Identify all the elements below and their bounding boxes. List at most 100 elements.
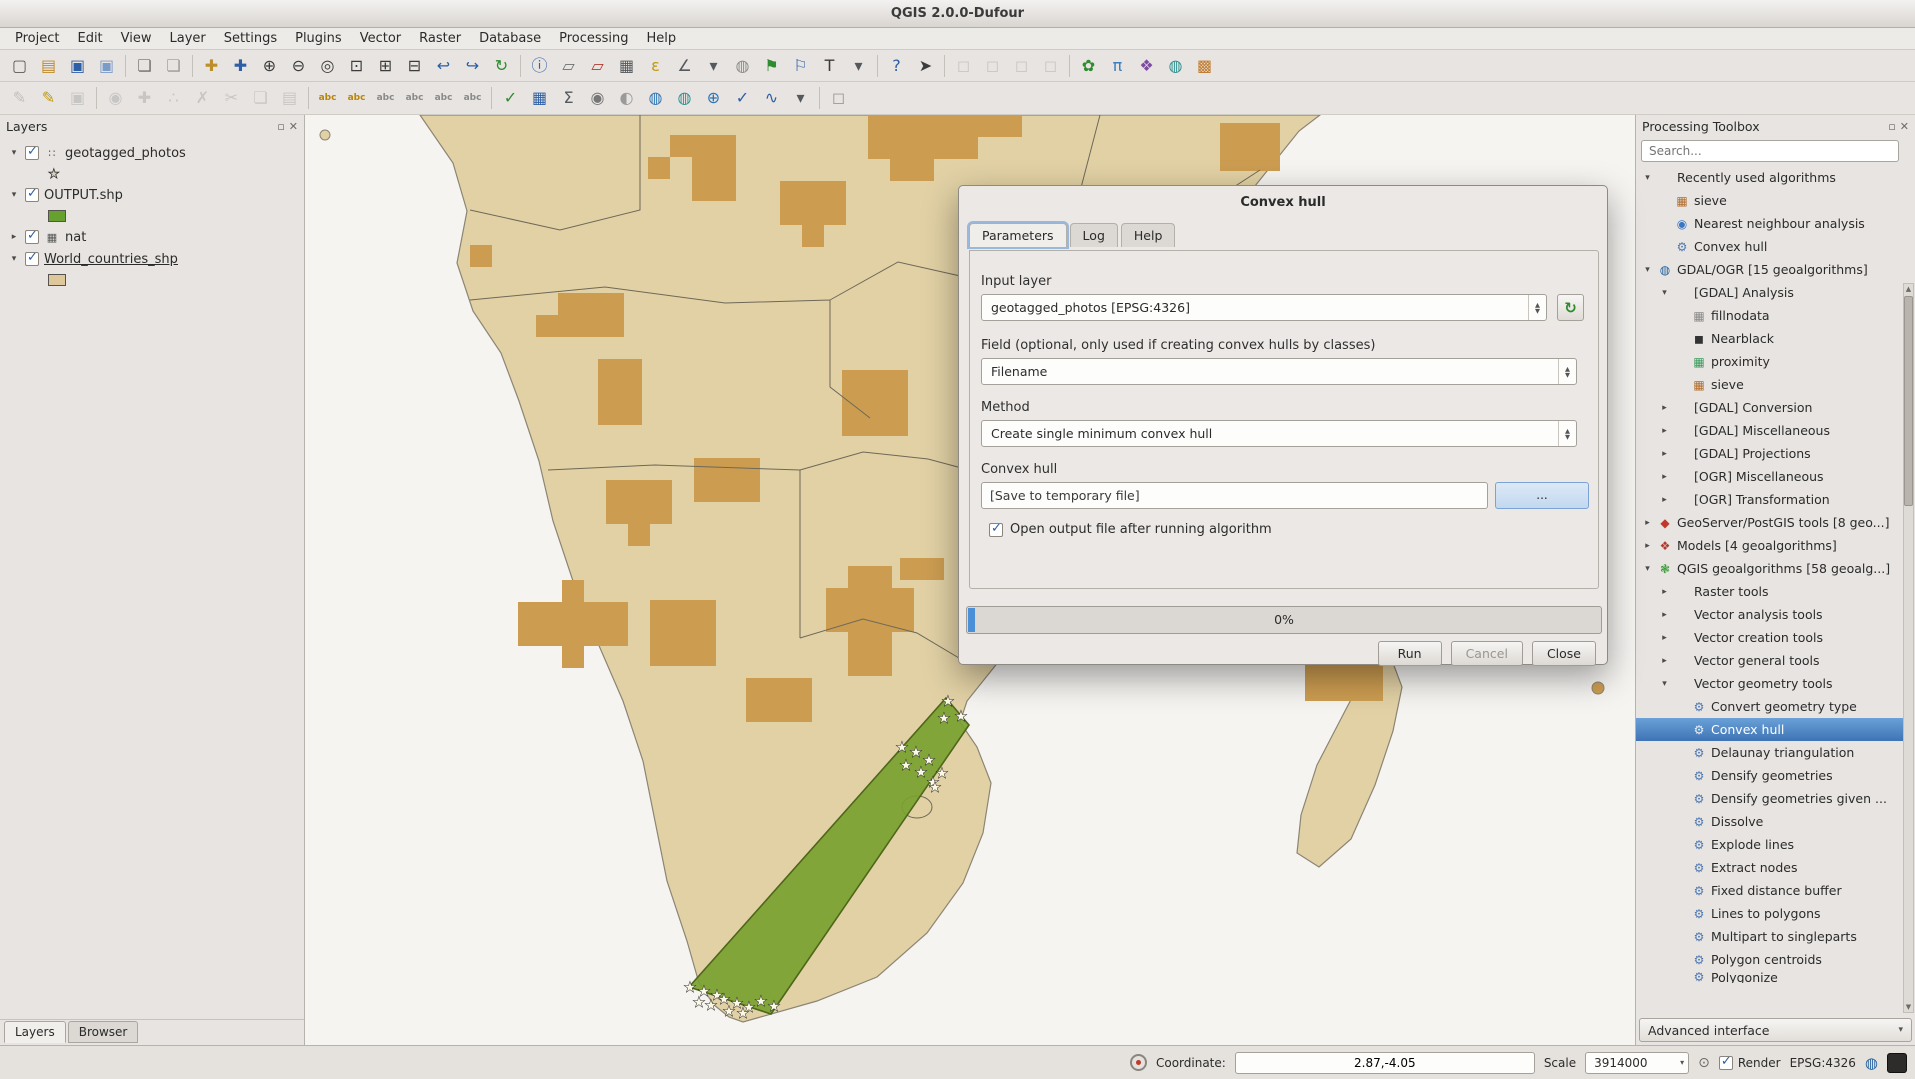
tree-expander-icon[interactable]: ▾ [8,190,20,200]
zoom-out-icon[interactable]: ⊖ [285,53,312,79]
menu-view[interactable]: View [112,29,161,48]
toolbox-tree-item[interactable]: ▾ Vector geometry tools [1636,672,1903,695]
tree-expander-icon[interactable]: ▸ [1659,472,1670,482]
toolbox-tree-item[interactable]: ⚙ Convex hull [1636,718,1903,741]
toolbox-tree-item[interactable]: ⚙ Densify geometries given ... [1636,787,1903,810]
field-combo[interactable]: Filename ▲▼ [981,358,1577,385]
tree-expander-icon[interactable]: ▾ [8,148,20,158]
toggle-editing-icon[interactable]: ✎ [35,85,62,111]
show-bookmarks-icon[interactable]: ⚐ [787,53,814,79]
combo-spinner-icon[interactable]: ▲▼ [1558,421,1576,446]
tree-expander-icon[interactable]: ▸ [1659,426,1670,436]
toolbox-tree-item[interactable]: ▸ Vector general tools [1636,649,1903,672]
tree-expander-icon[interactable]: ▾ [8,254,20,264]
plugin-manager-icon[interactable]: ❖ [1133,53,1160,79]
label-move-icon[interactable]: ◻ [950,53,977,79]
layer-item-nat[interactable]: ▸ ▦ nat [0,226,304,248]
pan-map-icon[interactable]: ✚ [198,53,225,79]
crs-globe-icon[interactable]: ◍ [1865,1054,1878,1072]
tree-expander-icon[interactable]: ▸ [1659,587,1670,597]
zoom-in-icon[interactable]: ⊕ [256,53,283,79]
gradient-tool-icon[interactable]: ◉ [584,85,611,111]
toolbox-tree-item[interactable]: ⚙ Fixed distance buffer [1636,879,1903,902]
layer-item-geotagged-photos[interactable]: ▾ ∷ geotagged_photos [0,142,304,164]
toolbox-tree-item[interactable]: ▸ [OGR] Transformation [1636,488,1903,511]
delete-selected-icon[interactable]: ✗ [189,85,216,111]
toolbox-tree-item[interactable]: ⚙ Polygon centroids [1636,948,1903,971]
tree-expander-icon[interactable]: ▾ [1659,679,1670,689]
map-tips-icon[interactable]: ◍ [729,53,756,79]
raster-plugin-icon[interactable]: ▩ [1191,53,1218,79]
run-button[interactable]: Run [1378,641,1442,666]
tree-expander-icon[interactable]: ▾ [1642,564,1653,574]
toolbox-tree-item[interactable]: ▸ Raster tools [1636,580,1903,603]
deselect-features-icon[interactable]: ▱ [584,53,611,79]
reload-layers-button[interactable]: ↻ [1557,294,1584,321]
tracking-toggle-icon[interactable] [1130,1054,1147,1071]
coordinate-input[interactable] [1235,1052,1535,1074]
toolbox-tree-item[interactable]: ▾ ❃ QGIS geoalgorithms [58 geoalg...] [1636,557,1903,580]
labeling-icon[interactable]: abc [314,85,341,111]
layer-visibility-checkbox[interactable] [25,188,39,202]
paste-features-icon[interactable]: ▤ [276,85,303,111]
toolbox-tree-item[interactable]: ▦ fillnodata [1636,304,1903,327]
zoom-last-icon[interactable]: ↩ [430,53,457,79]
browse-button[interactable]: ... [1495,482,1589,509]
vertex-tools-icon[interactable]: ∿ [758,85,785,111]
toolbox-tree-item[interactable]: ▦ sieve [1636,373,1903,396]
menu-plugins[interactable]: Plugins [286,29,351,48]
globe-service-icon[interactable]: ◍ [671,85,698,111]
new-project-icon[interactable]: ▢ [6,53,33,79]
coordinate-capture-icon[interactable]: ⊕ [700,85,727,111]
menu-database[interactable]: Database [470,29,550,48]
toolbox-tree-item[interactable]: ▾ Recently used algorithms [1636,166,1903,189]
zoom-to-selection-icon[interactable]: ⊞ [372,53,399,79]
identify-features-icon[interactable]: ⓘ [526,53,553,79]
tree-expander-icon[interactable]: ▸ [1642,518,1653,528]
log-messages-button[interactable] [1887,1053,1907,1073]
close-button[interactable]: Close [1532,641,1596,666]
zoom-to-layer-icon[interactable]: ⊟ [401,53,428,79]
tree-expander-icon[interactable]: ▸ [1659,403,1670,413]
toolbox-tree-item[interactable]: ◉ Nearest neighbour analysis [1636,212,1903,235]
tab-browser[interactable]: Browser [68,1021,139,1043]
web-globe-icon[interactable]: ◍ [642,85,669,111]
shape-tool-icon[interactable]: ◐ [613,85,640,111]
save-project-icon[interactable]: ▣ [64,53,91,79]
field-calculator-icon[interactable]: ε [642,53,669,79]
layer-visibility-checkbox[interactable] [25,252,39,266]
layer-item-output-shp[interactable]: ▾ OUTPUT.shp [0,184,304,206]
toolbox-tree-item[interactable]: ◼ Nearblack [1636,327,1903,350]
new-composer-icon[interactable]: ❏ [131,53,158,79]
menu-settings[interactable]: Settings [215,29,286,48]
menu-help[interactable]: Help [638,29,686,48]
toolbox-search-input[interactable] [1641,140,1899,162]
tab-log[interactable]: Log [1070,223,1118,247]
select-features-icon[interactable]: ▱ [555,53,582,79]
combo-spinner-icon[interactable]: ▲▼ [1558,359,1576,384]
toolbox-tree-item[interactable]: ⚙ Polygonize [1636,971,1903,983]
toolbox-tree-item[interactable]: ⚙ Explode lines [1636,833,1903,856]
toolbox-tree-item[interactable]: ▸ [GDAL] Miscellaneous [1636,419,1903,442]
toolbox-tree-item[interactable]: ⚙ Multipart to singleparts [1636,925,1903,948]
method-combo[interactable]: Create single minimum convex hull ▲▼ [981,420,1577,447]
toolbox-tree-item[interactable]: ▸ [OGR] Miscellaneous [1636,465,1903,488]
move-feature-icon[interactable]: ✚ [131,85,158,111]
close-panel-icon[interactable]: ✕ [1900,120,1909,133]
menu-layer[interactable]: Layer [161,29,215,48]
open-project-icon[interactable]: ▤ [35,53,62,79]
scroll-up-icon[interactable]: ▲ [1906,284,1911,294]
toolbox-tree-item[interactable]: ▸ ❖ Models [4 geoalgorithms] [1636,534,1903,557]
label-select-icon[interactable]: abc [343,85,370,111]
cancel-button[interactable]: Cancel [1451,641,1523,666]
label-move-text-icon[interactable]: abc [372,85,399,111]
tree-expander-icon[interactable]: ▾ [1642,265,1653,275]
zoom-native-icon[interactable]: ◎ [314,53,341,79]
float-panel-icon[interactable]: ▫ [277,120,284,133]
toolbox-tree-item[interactable]: ▸ [GDAL] Projections [1636,442,1903,465]
open-output-checkbox[interactable] [989,523,1003,537]
combo-spinner-icon[interactable]: ▲▼ [1528,295,1546,320]
open-attribute-table-icon[interactable]: ▦ [613,53,640,79]
render-checkbox[interactable] [1719,1056,1733,1070]
tree-expander-icon[interactable]: ▸ [1659,656,1670,666]
